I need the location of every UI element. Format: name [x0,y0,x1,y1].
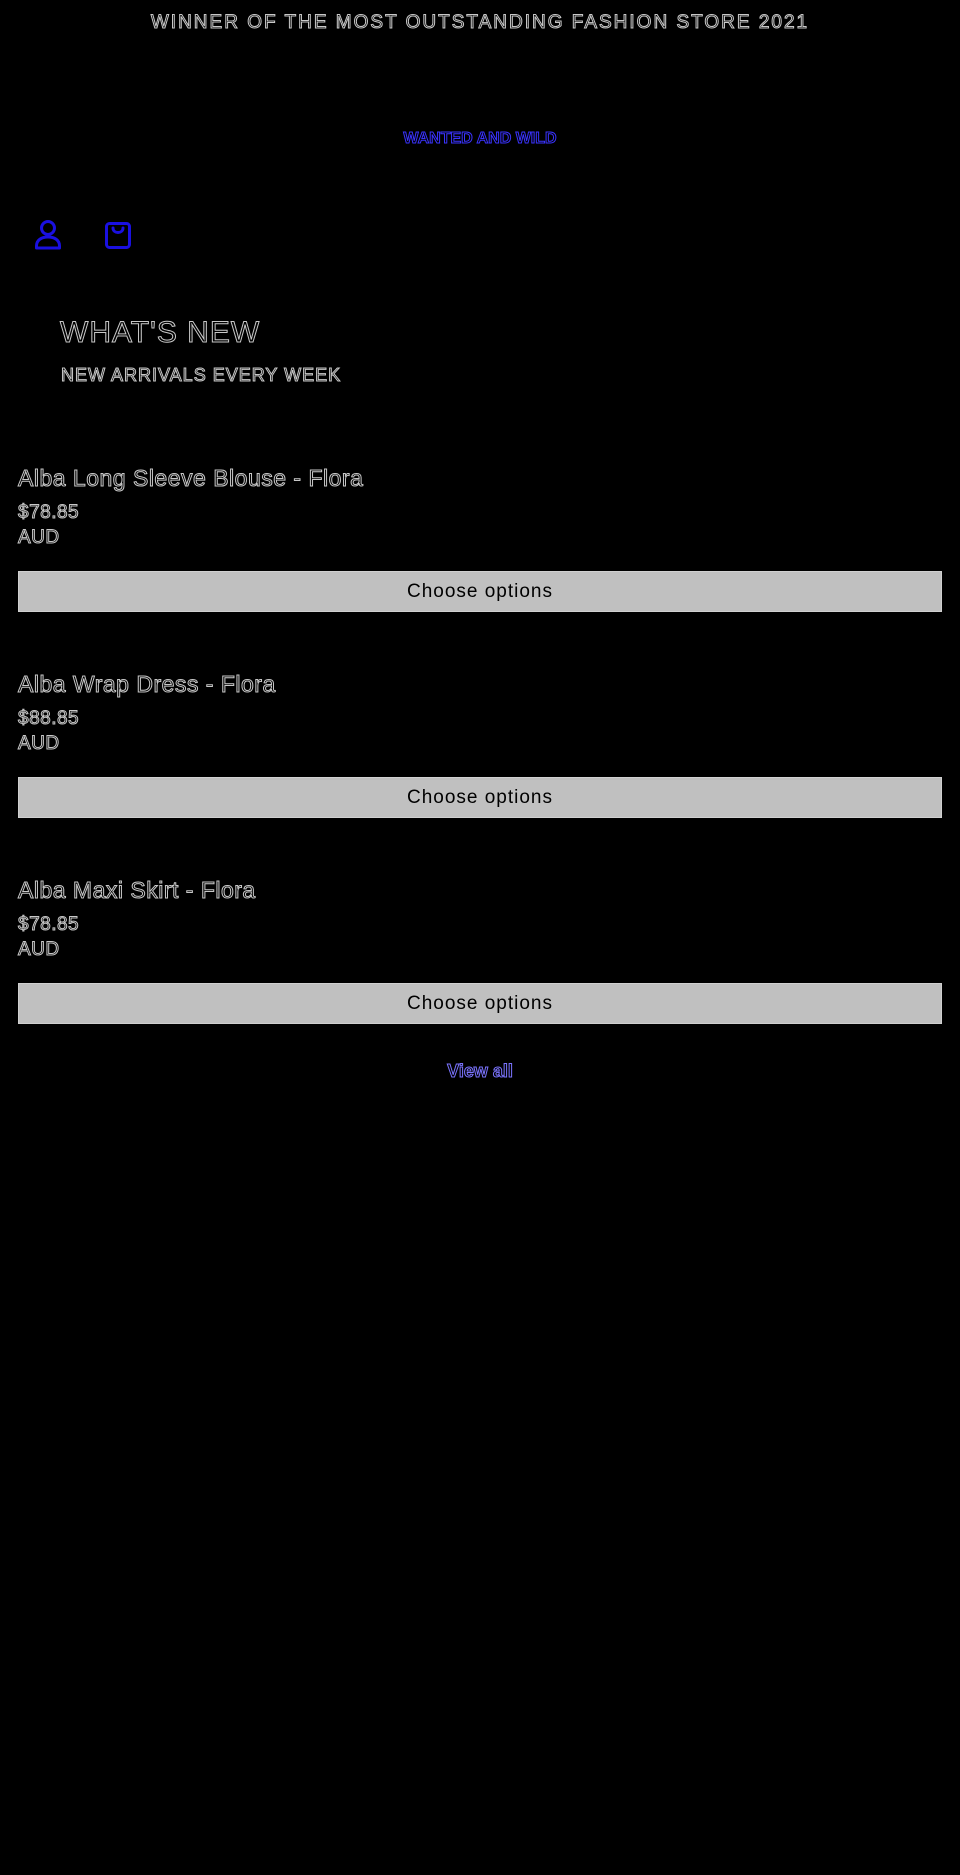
product-list: Alba Long Sleeve Blouse - Flora $78.85 A… [18,460,942,1078]
choose-options-button[interactable]: Choose options [18,983,942,1024]
cart-icon[interactable] [104,219,132,251]
product-name[interactable]: Alba Long Sleeve Blouse - Flora [18,460,942,496]
product-price: $78.85 [18,914,80,936]
product-card: Alba Maxi Skirt - Flora $78.85 AUD Choos… [18,872,942,1078]
account-icon[interactable] [34,219,62,251]
choose-options-button[interactable]: Choose options [18,777,942,818]
product-card: Alba Wrap Dress - Flora $88.85 AUD Choos… [18,666,942,872]
product-currency: AUD [18,939,60,961]
product-card: Alba Long Sleeve Blouse - Flora $78.85 A… [18,460,942,666]
choose-options-button[interactable]: Choose options [18,571,942,612]
announcement-bar: WINNER OF THE MOST OUTSTANDING FASHION S… [150,12,810,34]
brand-logo-link[interactable]: WANTED AND WILD [0,126,960,152]
product-name[interactable]: Alba Maxi Skirt - Flora [18,872,942,908]
view-all-link[interactable]: View all [0,1058,960,1084]
product-currency: AUD [18,733,60,755]
product-currency: AUD [18,527,60,549]
product-price: $88.85 [18,708,80,730]
section-subtitle: NEW ARRIVALS EVERY WEEK [60,365,342,386]
section-title: WHAT'S NEW [59,316,261,350]
header-icons [34,219,132,251]
product-name[interactable]: Alba Wrap Dress - Flora [18,666,942,702]
product-price: $78.85 [18,502,80,524]
